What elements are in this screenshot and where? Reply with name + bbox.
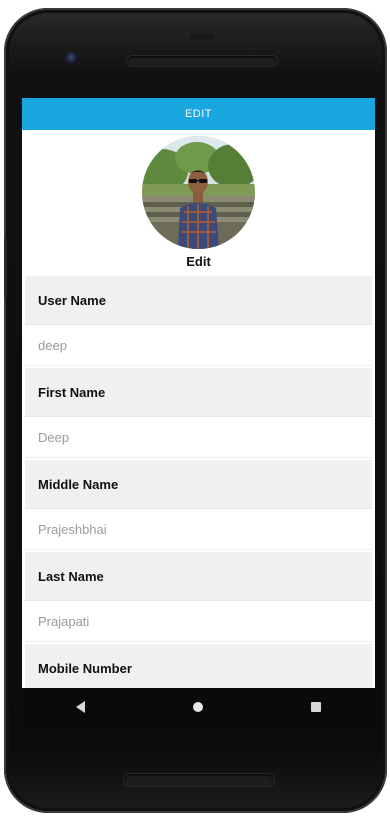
- recents-icon: [311, 702, 322, 712]
- front-camera-icon: [66, 52, 79, 65]
- back-icon: [75, 701, 85, 713]
- app-screen: EDIT Edit User Name deep First Name Deep…: [22, 98, 375, 688]
- app-bar: EDIT: [22, 98, 375, 130]
- first-name-label: First Name: [25, 368, 372, 417]
- user-name-field[interactable]: deep: [25, 325, 372, 366]
- mobile-number-label: Mobile Number: [25, 644, 372, 688]
- edit-photo-link[interactable]: Edit: [22, 254, 375, 269]
- last-name-field[interactable]: Prajapati: [25, 601, 372, 642]
- side-button: [4, 238, 7, 298]
- last-name-label: Last Name: [25, 552, 372, 601]
- middle-name-label: Middle Name: [25, 460, 372, 509]
- profile-avatar[interactable]: [142, 136, 255, 249]
- system-nav-bar: [22, 688, 375, 726]
- first-name-field[interactable]: Deep: [25, 417, 372, 458]
- user-name-label: User Name: [25, 276, 372, 325]
- nav-back-button[interactable]: [61, 692, 101, 722]
- profile-section: Edit: [22, 130, 375, 276]
- nav-home-button[interactable]: [178, 692, 218, 722]
- proximity-sensor: [190, 34, 214, 40]
- edit-form: User Name deep First Name Deep Middle Na…: [22, 276, 375, 688]
- nav-recents-button[interactable]: [296, 692, 336, 722]
- bottom-speaker: [124, 774, 274, 786]
- earpiece-speaker: [127, 56, 277, 66]
- middle-name-field[interactable]: Prajeshbhai: [25, 509, 372, 550]
- profile-photo: [142, 136, 255, 249]
- app-bar-title: EDIT: [184, 108, 213, 120]
- home-icon: [193, 702, 204, 712]
